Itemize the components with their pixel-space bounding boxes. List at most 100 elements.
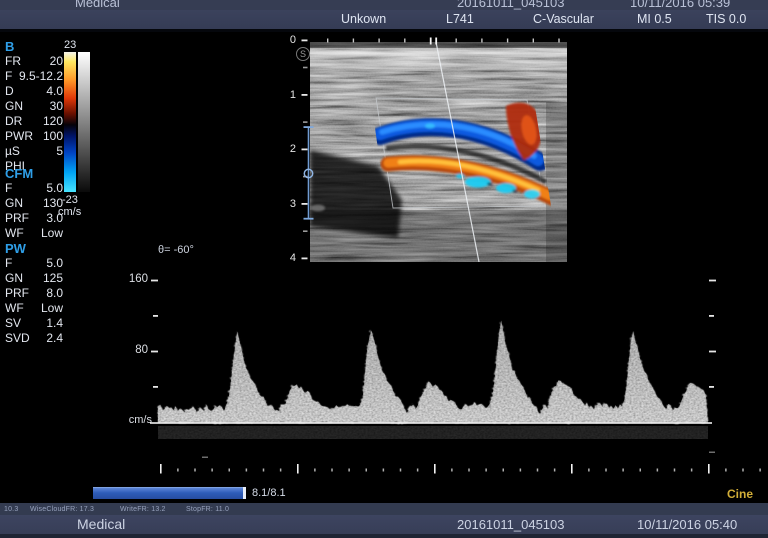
cfm-title: CFM [5, 166, 63, 179]
cfm-panel: CFM F 5.0GN130PRF3.0WF Low [5, 166, 63, 241]
cfm-rows: F 5.0GN130PRF3.0WF Low [5, 181, 63, 241]
param-label: µS [5, 144, 20, 159]
pw-panel: PW F 5.0 GN 125 PRF 8.0 WF Low SV 1.4 SVD 2.4 [5, 241, 63, 346]
param-label: GN [5, 271, 23, 286]
param-value: 125 [43, 271, 63, 286]
param-row: WF Low [5, 301, 63, 316]
colorbar-max-label: 23 [64, 39, 76, 51]
param-value: 30 [50, 99, 63, 114]
param-row: FR 20 [5, 54, 63, 69]
pw-rows: F 5.0 GN 125 PRF 8.0 WF Low SV 1.4 SVD 2.4 [5, 256, 63, 346]
bottom-title-bar: Medical 20161011_045103 10/11/2016 05:40 [0, 515, 768, 534]
ultrasound-image[interactable] [310, 42, 567, 262]
cine-mode-label: Cine [727, 487, 753, 501]
colorbar-min-label: -23 [62, 194, 78, 206]
preset-label: C-Vascular [533, 12, 594, 26]
depth-label-4: 4 [276, 252, 296, 264]
exam-info-bar: Unkown L741 C-Vascular MI 0.5 TIS 0.0 [0, 10, 768, 29]
param-row: GN130 [5, 196, 63, 211]
bottom-app-title: Medical [77, 516, 125, 532]
cine-progress-cap [243, 487, 246, 499]
probe-label: L741 [446, 12, 474, 26]
top-divider [0, 29, 768, 32]
bottom-datetime: 10/11/2016 05:40 [637, 517, 737, 532]
param-row: PRF3.0 [5, 211, 63, 226]
param-row: D 4.0 [5, 84, 63, 99]
depth-label-3: 3 [276, 198, 296, 210]
param-row: PRF 8.0 [5, 286, 63, 301]
param-label: GN [5, 99, 23, 114]
param-value: 1.4 [46, 316, 63, 331]
pw-title: PW [5, 241, 63, 254]
cine-progress-bar[interactable] [93, 487, 243, 499]
param-row: DR 120 [5, 114, 63, 129]
study-id: 20161011_045103 [457, 0, 565, 10]
doppler-angle-label: θ= -60° [158, 244, 194, 256]
param-row: SVD 2.4 [5, 331, 63, 346]
param-label: F [5, 69, 12, 84]
grayscale-bar [78, 52, 90, 192]
doppler-spectrum-trace [150, 278, 712, 439]
fps-value: 10.3 [4, 506, 18, 513]
tis-value: TIS 0.0 [706, 12, 746, 26]
b-mode-title: B [5, 39, 63, 52]
depth-label-2: 2 [276, 143, 296, 155]
param-value: 100 [43, 129, 63, 144]
param-label: PRF [5, 286, 29, 301]
param-label: GN [5, 196, 23, 211]
velocity-label-80: 80 [118, 344, 148, 356]
write-fr: WriteFR: 13.2 [120, 506, 166, 513]
title-bar: Medical 20161011_045103 10/11/2016 05:39 [0, 0, 768, 10]
param-row: F 5.0 [5, 181, 63, 196]
param-row: F 5.0 [5, 256, 63, 271]
cine-progress-label: 8.1/8.1 [252, 487, 286, 499]
depth-label-0: 0 [276, 34, 296, 46]
ultrasound-screen: Medical 20161011_045103 10/11/2016 05:39… [0, 0, 768, 538]
param-value: Low [41, 226, 63, 241]
param-label: D [5, 84, 14, 99]
b-mode-rows: FR20F9.5-12.2D4.0GN30DR120PWR100µS5PHI [5, 54, 63, 174]
param-label: SV [5, 316, 21, 331]
param-value: 5 [56, 144, 63, 159]
param-label: DR [5, 114, 22, 129]
stop-fr: StopFR: 11.0 [186, 506, 229, 513]
datetime: 10/11/2016 05:39 [630, 0, 730, 10]
wisecloud-fr: WiseCloudFR: 17.3 [30, 506, 94, 513]
bottom-study-id: 20161011_045103 [457, 517, 565, 532]
param-row: GN 30 [5, 99, 63, 114]
velocity-unit-label: cm/s [120, 414, 152, 426]
param-row: PWR 100 [5, 129, 63, 144]
param-value: 9.5-12.2 [19, 69, 63, 84]
param-row: WF Low [5, 226, 63, 241]
color-velocity-bar [64, 52, 76, 192]
param-label: PWR [5, 129, 33, 144]
param-value: 8.0 [46, 286, 63, 301]
param-label: F [5, 181, 12, 196]
param-label: WF [5, 226, 24, 241]
b-mode-panel: B FR20F9.5-12.2D4.0GN30DR120PWR100µS5PHI [5, 39, 63, 174]
param-row: GN 125 [5, 271, 63, 286]
param-label: PRF [5, 211, 29, 226]
patient-name: Unkown [341, 12, 386, 26]
skin-layer-band [310, 46, 567, 72]
app-title: Medical [75, 0, 120, 10]
param-label: SVD [5, 331, 30, 346]
param-label: WF [5, 301, 24, 316]
bottom-edge-strip [0, 534, 768, 538]
frame-rate-status-bar: 10.3 WiseCloudFR: 17.3 WriteFR: 13.2 Sto… [0, 503, 768, 515]
param-value: 20 [50, 54, 63, 69]
param-value: Low [41, 301, 63, 316]
param-label: F [5, 256, 12, 271]
param-row: µS 5 [5, 144, 63, 159]
param-value: 5.0 [46, 181, 63, 196]
param-label: FR [5, 54, 21, 69]
depth-label-1: 1 [276, 89, 296, 101]
velocity-label-160: 160 [118, 273, 148, 285]
param-value: 4.0 [46, 84, 63, 99]
param-row: F 9.5-12.2 [5, 69, 63, 84]
param-row: SV 1.4 [5, 316, 63, 331]
vendor-logo: S [296, 47, 310, 61]
param-value: 5.0 [46, 256, 63, 271]
param-value: 2.4 [46, 331, 63, 346]
param-value: 120 [43, 114, 63, 129]
